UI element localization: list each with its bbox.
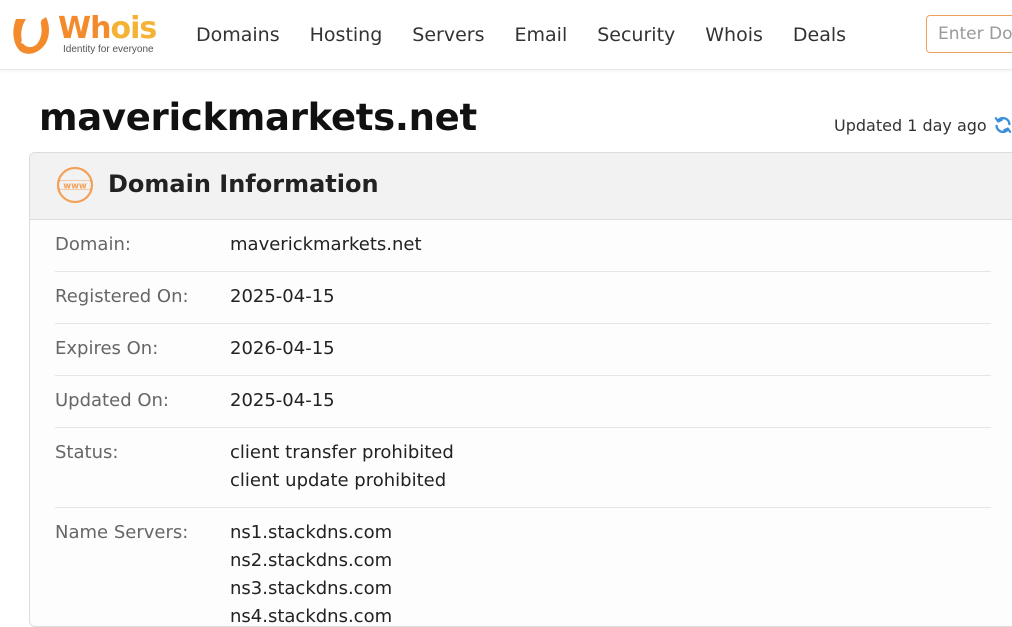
updated-on-value: 2025-04-15: [230, 390, 335, 411]
info-label: Status:: [55, 442, 119, 463]
domain-search-input[interactable]: [926, 15, 1012, 53]
nav-item-domains[interactable]: Domains: [181, 24, 295, 46]
domain-info-rows: Domain: maverickmarkets.net Registered O…: [55, 220, 991, 627]
name-server-value: ns4.stackdns.com: [230, 606, 393, 627]
domain-value: maverickmarkets.net: [230, 234, 422, 255]
www-icon: www: [56, 166, 94, 204]
nav-item-deals[interactable]: Deals: [778, 24, 861, 46]
main-nav: Domains Hosting Servers Email Security W…: [181, 0, 861, 70]
domain-information-card: www Domain Information Domain: maverickm…: [29, 152, 1012, 627]
info-row-updated-on: Updated On: 2025-04-15: [55, 376, 991, 428]
logo-wordmark-part2: ois: [110, 11, 157, 46]
info-label: Domain:: [55, 234, 131, 255]
logo-tagline: Identity for everyone: [63, 44, 154, 55]
nav-item-email[interactable]: Email: [500, 24, 583, 46]
last-updated-text: Updated 1 day ago: [834, 115, 987, 135]
nav-item-servers[interactable]: Servers: [397, 24, 499, 46]
card-title: Domain Information: [108, 170, 379, 198]
logo-wordmark: Whois: [58, 11, 157, 47]
svg-text:www: www: [63, 181, 87, 191]
info-value: client transfer prohibited client update…: [230, 439, 454, 495]
info-row-expires-on: Expires On: 2026-04-15: [55, 324, 991, 376]
info-value: ns1.stackdns.com ns2.stackdns.com ns3.st…: [230, 519, 393, 627]
info-label: Expires On:: [55, 338, 159, 359]
nav-item-security[interactable]: Security: [582, 24, 690, 46]
page-title: maverickmarkets.net: [39, 96, 477, 139]
last-updated: Updated 1 day ago: [834, 114, 1012, 136]
info-row-name-servers: Name Servers: ns1.stackdns.com ns2.stack…: [55, 508, 991, 627]
whois-logo[interactable]: Whois Identity for everyone: [10, 11, 170, 57]
card-header: www Domain Information: [30, 153, 1012, 220]
info-row-status: Status: client transfer prohibited clien…: [55, 428, 991, 508]
info-label: Registered On:: [55, 286, 189, 307]
nav-item-hosting[interactable]: Hosting: [295, 24, 398, 46]
status-value: client transfer prohibited: [230, 442, 454, 463]
info-value: 2025-04-15: [230, 283, 335, 311]
nav-item-whois[interactable]: Whois: [690, 24, 778, 46]
name-server-value: ns1.stackdns.com: [230, 522, 393, 543]
refresh-icon[interactable]: [992, 114, 1012, 136]
info-value: 2026-04-15: [230, 335, 335, 363]
registered-on-value: 2025-04-15: [230, 286, 335, 307]
info-label: Name Servers:: [55, 522, 189, 543]
info-value: maverickmarkets.net: [230, 231, 422, 259]
info-row-registered-on: Registered On: 2025-04-15: [55, 272, 991, 324]
info-value: 2025-04-15: [230, 387, 335, 415]
info-row-domain: Domain: maverickmarkets.net: [55, 220, 991, 272]
info-label: Updated On:: [55, 390, 169, 411]
top-navbar: Whois Identity for everyone Domains Host…: [0, 0, 1012, 70]
logo-mark-icon: [13, 17, 50, 54]
logo-wordmark-part1: Wh: [58, 11, 111, 46]
status-value: client update prohibited: [230, 470, 447, 491]
name-server-value: ns3.stackdns.com: [230, 578, 393, 599]
name-server-value: ns2.stackdns.com: [230, 550, 393, 571]
expires-on-value: 2026-04-15: [230, 338, 335, 359]
